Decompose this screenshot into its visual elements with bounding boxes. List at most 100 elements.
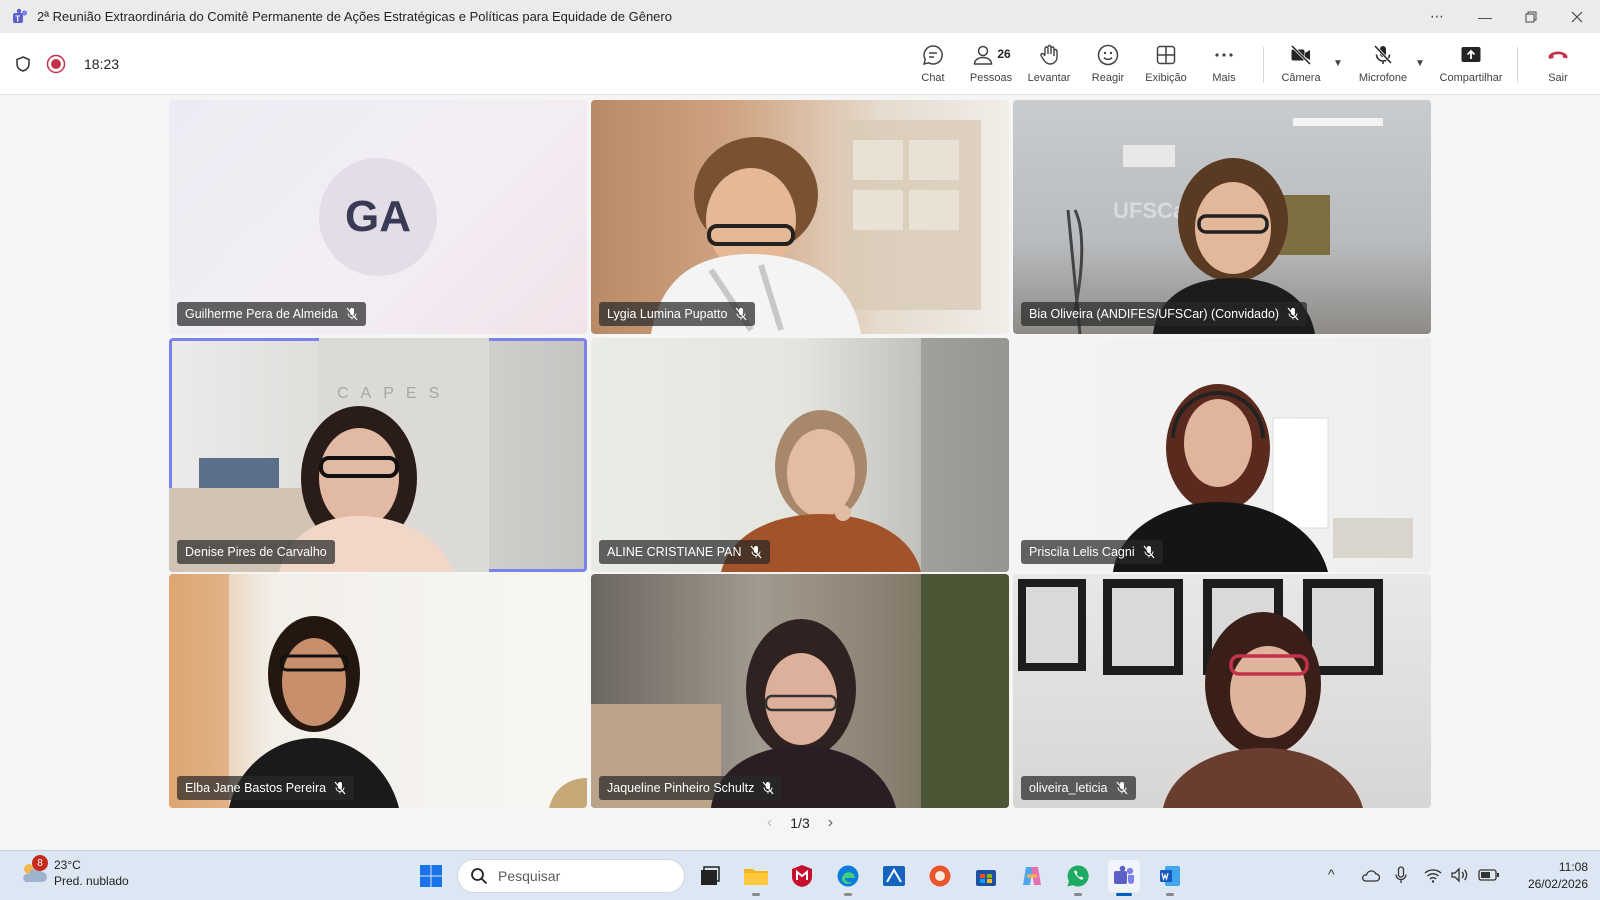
next-page-chevron-icon[interactable]: › bbox=[828, 814, 833, 832]
people-count: 26 bbox=[997, 47, 1011, 61]
participant-name: Priscila Lelis Cagni bbox=[1029, 545, 1135, 559]
close-window-button[interactable] bbox=[1554, 0, 1600, 33]
video-feed bbox=[169, 574, 587, 808]
view-label: Exibição bbox=[1145, 72, 1187, 84]
video-feed bbox=[591, 574, 1009, 808]
camera-label: Câmera bbox=[1281, 72, 1321, 84]
teams-app-icon: T bbox=[13, 8, 28, 23]
participant-tile[interactable]: oliveira_leticia bbox=[1013, 574, 1431, 808]
share-label: Compartilhar bbox=[1439, 72, 1503, 84]
muted-mic-icon bbox=[346, 307, 358, 321]
people-label: Pessoas bbox=[969, 72, 1013, 84]
store-bag-icon bbox=[976, 870, 996, 886]
participant-name: Lygia Lumina Pupatto bbox=[607, 307, 728, 321]
whatsapp-button[interactable] bbox=[1062, 860, 1094, 896]
show-hidden-icons-chevron-icon[interactable]: ^ bbox=[1328, 866, 1335, 882]
microphone-off-icon bbox=[1373, 44, 1393, 65]
participant-tile[interactable]: Jaqueline Pinheiro Schultz bbox=[591, 574, 1009, 808]
app-launcher-button[interactable] bbox=[878, 860, 910, 892]
meeting-timer: 18:23 bbox=[84, 56, 120, 72]
wifi-icon[interactable] bbox=[1424, 867, 1442, 883]
meeting-toolbar: 18:23 Chat 26 Pessoas Levantar Reagir Ex… bbox=[0, 33, 1600, 95]
chat-button[interactable]: Chat bbox=[920, 41, 946, 89]
word-button[interactable] bbox=[1154, 860, 1186, 896]
video-feed bbox=[1018, 579, 1383, 808]
edge-browser-button[interactable] bbox=[832, 860, 864, 896]
microphone-tray-icon[interactable] bbox=[1394, 866, 1408, 884]
raise-hand-button[interactable]: Levantar bbox=[1026, 41, 1072, 89]
more-icon bbox=[1215, 53, 1233, 57]
muted-mic-icon bbox=[1287, 307, 1299, 321]
minimize-icon: — bbox=[1478, 8, 1492, 25]
onedrive-cloud-icon[interactable] bbox=[1360, 867, 1380, 883]
browser-app-button[interactable] bbox=[924, 860, 956, 892]
microsoft-store-button[interactable] bbox=[970, 860, 1002, 892]
camera-options-chevron-icon[interactable]: ▼ bbox=[1333, 58, 1343, 69]
participant-tile[interactable]: GA Guilherme Pera de Almeida bbox=[169, 100, 587, 334]
react-button[interactable]: Reagir bbox=[1090, 41, 1126, 89]
video-stage: GA Guilherme Pera de Almeida Lygia Lumin… bbox=[0, 95, 1600, 850]
grid-view-icon bbox=[1156, 45, 1176, 65]
minimize-button[interactable]: — bbox=[1462, 0, 1508, 33]
teams-button[interactable] bbox=[1108, 860, 1140, 896]
muted-mic-icon bbox=[1116, 781, 1127, 795]
participant-tile[interactable]: Elba Jane Bastos Pereira bbox=[169, 574, 587, 808]
task-view-icon bbox=[701, 866, 720, 885]
clock-date: 26/02/2026 bbox=[1527, 877, 1588, 891]
svg-text:T: T bbox=[15, 14, 20, 23]
battery-icon[interactable] bbox=[1478, 869, 1500, 881]
window-more-button[interactable]: ⋯ bbox=[1414, 0, 1460, 33]
view-button[interactable]: Exibição bbox=[1145, 41, 1187, 89]
start-button[interactable] bbox=[415, 860, 447, 892]
camera-button[interactable]: Câmera bbox=[1280, 41, 1322, 89]
volume-icon[interactable] bbox=[1450, 867, 1468, 883]
leave-button[interactable]: Sair bbox=[1546, 41, 1570, 89]
people-button[interactable]: 26 Pessoas bbox=[969, 41, 1013, 89]
copilot-icon bbox=[1023, 867, 1041, 885]
participant-name-tag: Denise Pires de Carvalho bbox=[177, 540, 335, 564]
hang-up-icon bbox=[1548, 51, 1568, 59]
svg-text:CAPES: CAPES bbox=[337, 385, 451, 402]
video-feed bbox=[1113, 384, 1413, 572]
participant-name-tag: Lygia Lumina Pupatto bbox=[599, 302, 756, 326]
leave-label: Sair bbox=[1548, 72, 1568, 84]
copilot-button[interactable] bbox=[1016, 860, 1048, 892]
microphone-options-chevron-icon[interactable]: ▼ bbox=[1415, 58, 1425, 69]
gallery-pagination: ‹ 1/3 › bbox=[0, 811, 1600, 835]
participant-name: Denise Pires de Carvalho bbox=[185, 545, 327, 559]
participant-name-tag: Elba Jane Bastos Pereira bbox=[177, 776, 355, 800]
mcafee-button[interactable] bbox=[786, 860, 818, 892]
running-indicator bbox=[752, 893, 760, 896]
toolbar-divider bbox=[1517, 47, 1518, 83]
video-feed bbox=[651, 120, 981, 334]
page-indicator: 1/3 bbox=[790, 815, 810, 831]
running-indicator bbox=[1166, 893, 1174, 896]
toolbar-divider bbox=[1263, 47, 1264, 83]
weather-widget[interactable]: 8 23°C Pred. nublado bbox=[18, 855, 129, 889]
participant-tile[interactable]: ALINE CRISTIANE PAN bbox=[591, 338, 1009, 572]
previous-page-chevron-icon[interactable]: ‹ bbox=[767, 814, 772, 832]
participant-tile[interactable]: Lygia Lumina Pupatto bbox=[591, 100, 1009, 334]
participant-tile[interactable]: UFSCar Bia Oliveira (ANDIFES/UFSCar) (Co… bbox=[1013, 100, 1431, 334]
edge-browser-icon bbox=[837, 865, 859, 887]
close-icon bbox=[1571, 11, 1583, 22]
file-explorer-button[interactable] bbox=[740, 860, 772, 896]
task-view-button[interactable] bbox=[694, 860, 726, 892]
muted-mic-icon bbox=[1143, 545, 1155, 559]
muted-mic-icon bbox=[334, 781, 346, 795]
participant-name: Bia Oliveira (ANDIFES/UFSCar) (Convidado… bbox=[1029, 307, 1280, 321]
restore-button[interactable] bbox=[1508, 0, 1554, 33]
participant-tile[interactable]: Priscila Lelis Cagni bbox=[1013, 338, 1431, 572]
app-blue-icon bbox=[883, 866, 905, 886]
windows-taskbar: 8 23°C Pred. nublado Pesquisar ^ 11:08 2… bbox=[0, 850, 1600, 900]
muted-mic-icon bbox=[762, 781, 774, 795]
more-button[interactable]: Mais bbox=[1210, 41, 1238, 89]
microphone-button[interactable]: Microfone bbox=[1355, 41, 1411, 89]
taskbar-clock[interactable]: 11:08 26/02/2026 bbox=[1528, 859, 1588, 893]
share-button[interactable]: Compartilhar bbox=[1438, 41, 1504, 89]
people-icon bbox=[974, 45, 993, 65]
participant-name: Jaqueline Pinheiro Schultz bbox=[607, 781, 755, 795]
participant-tile-speaking[interactable]: CAPES Denise Pires de Carvalho bbox=[169, 338, 587, 572]
taskbar-search-box[interactable]: Pesquisar bbox=[457, 859, 685, 893]
shield-icon[interactable] bbox=[14, 55, 32, 73]
